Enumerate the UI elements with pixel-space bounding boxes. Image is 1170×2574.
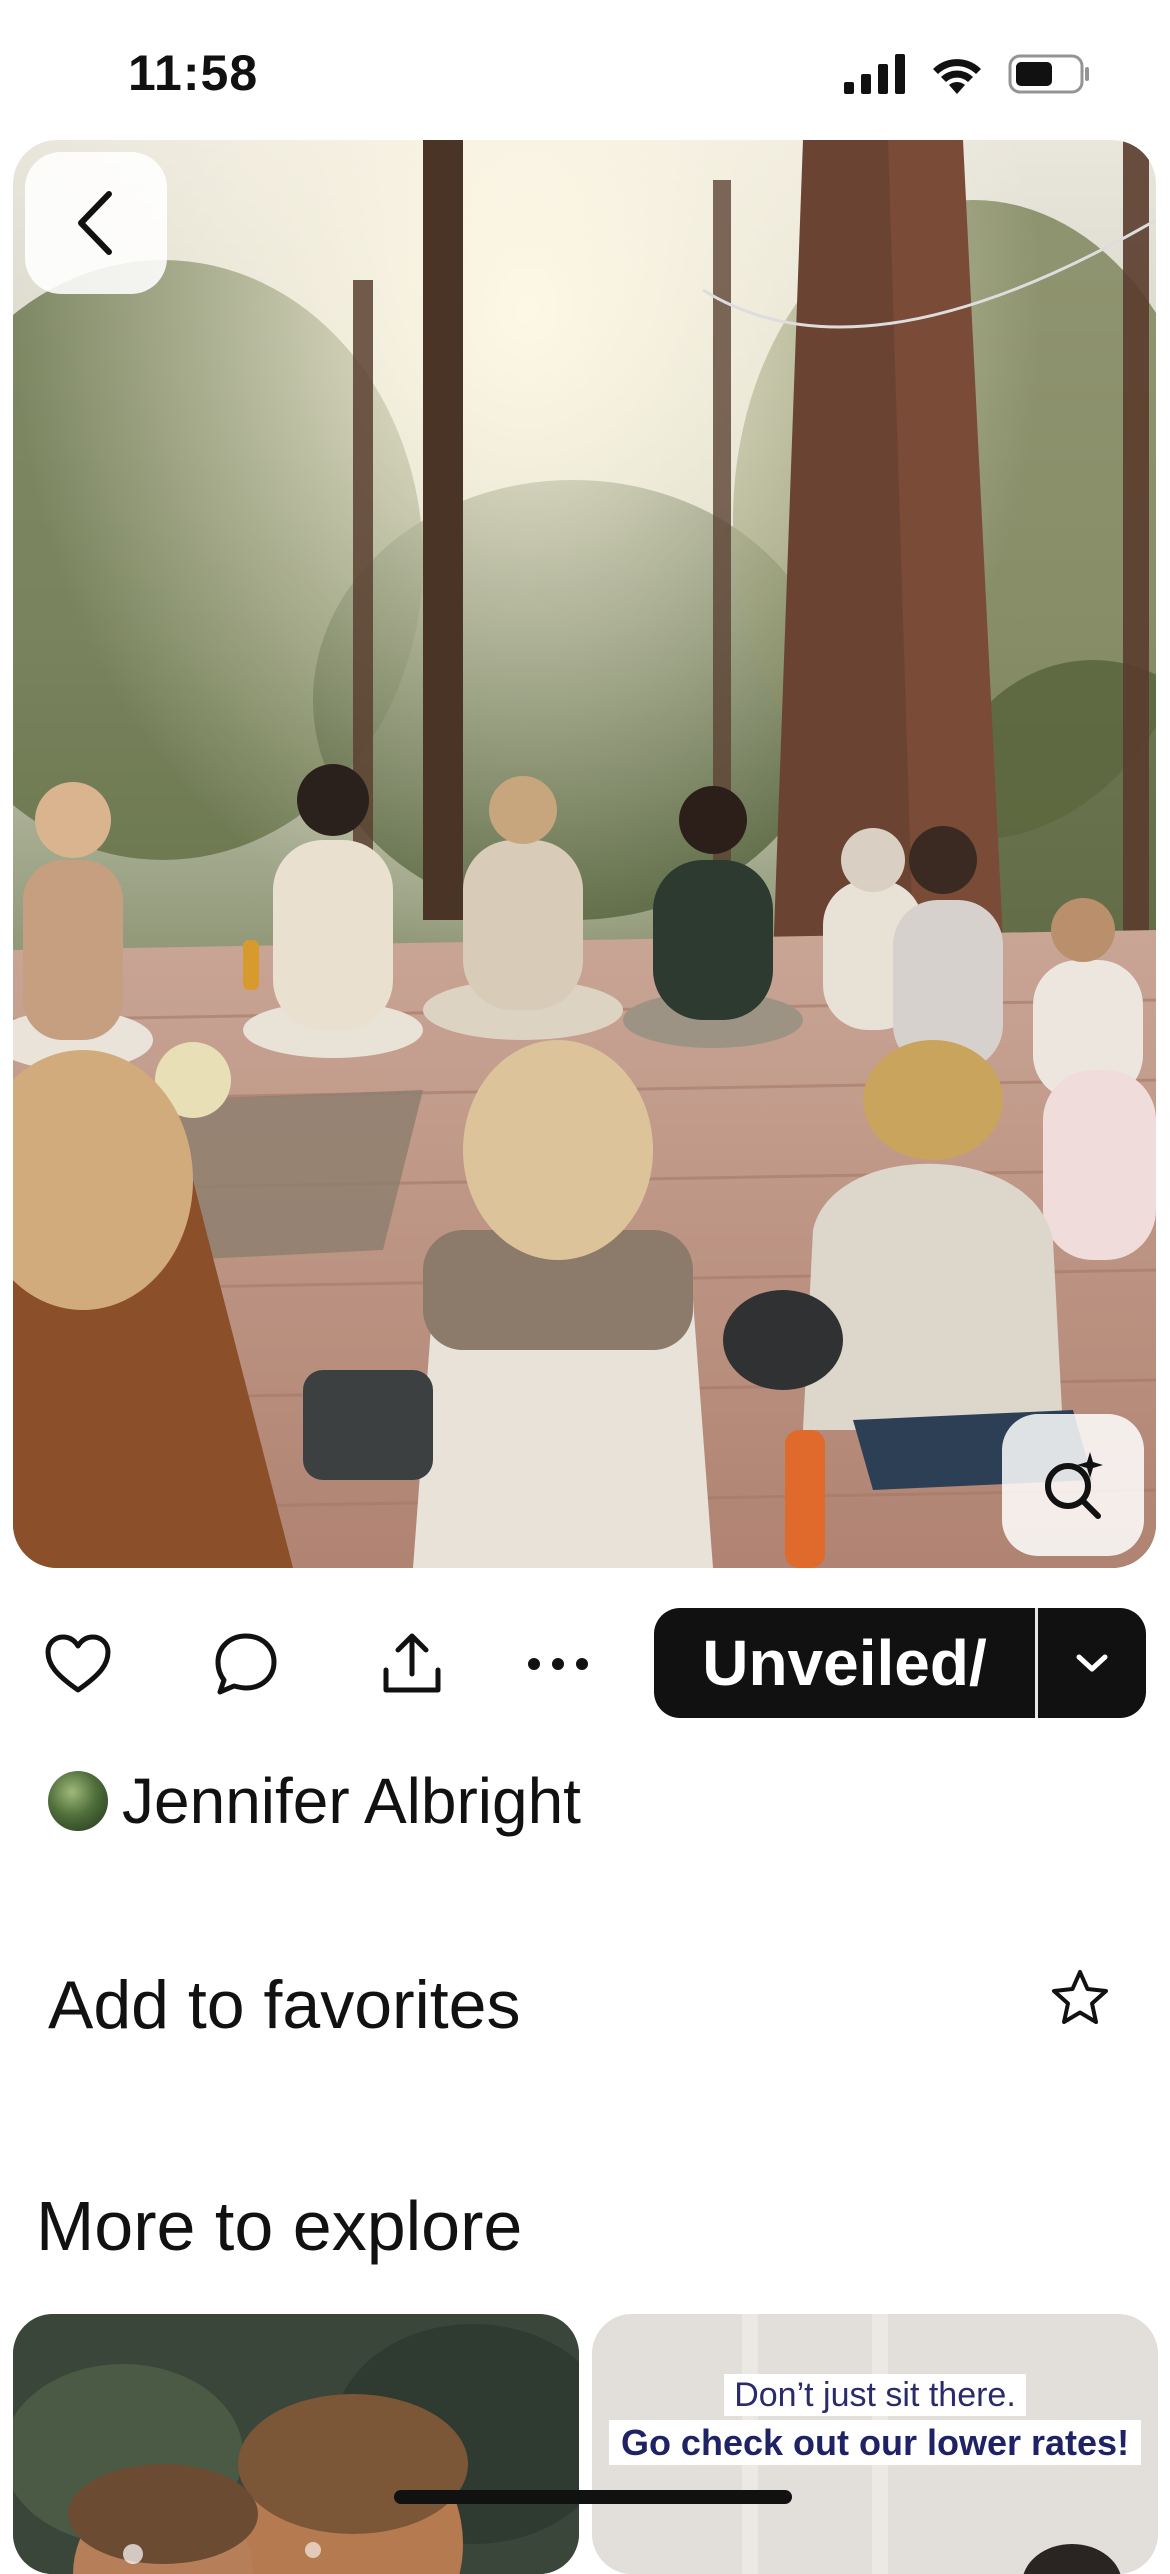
visual-search-icon <box>1045 1452 1103 1519</box>
more-options-button[interactable] <box>518 1624 598 1704</box>
comment-icon <box>215 1633 277 1695</box>
section-heading: More to explore <box>36 2187 523 2265</box>
star-icon <box>1052 1970 1108 2024</box>
cellular-signal-icon <box>844 54 905 94</box>
sponsored-card[interactable]: Don’t just sit there. Go check out our l… <box>592 2314 1158 2574</box>
status-bar: 11:58 <box>0 0 1170 140</box>
battery-icon <box>1008 54 1089 94</box>
pin-image[interactable] <box>13 140 1156 1568</box>
forest-gathering-photo <box>13 140 1156 1568</box>
save-like-button[interactable] <box>38 1624 118 1704</box>
more-icon <box>528 1658 588 1670</box>
favorites-label: Add to favorites <box>48 1967 521 2043</box>
avatar <box>48 1771 108 1831</box>
back-button[interactable] <box>25 152 167 294</box>
chevron-down-icon <box>1076 1654 1108 1672</box>
share-button[interactable] <box>372 1624 452 1704</box>
wifi-icon <box>933 59 981 94</box>
explore-card[interactable] <box>13 2314 579 2574</box>
festival-photo <box>13 2314 579 2574</box>
ad-tagline: Don’t just sit there. <box>592 2374 1158 2416</box>
action-row: Unveiled/ <box>0 1608 1170 1718</box>
status-icons <box>844 54 1090 94</box>
ad-tagline-text: Don’t just sit there. <box>724 2374 1026 2416</box>
chevron-left-icon <box>78 191 112 255</box>
comment-button[interactable] <box>206 1624 286 1704</box>
board-selector: Unveiled/ <box>654 1608 1146 1718</box>
share-icon <box>383 1633 441 1693</box>
visual-search-button[interactable] <box>1002 1414 1144 1556</box>
save-to-board-button[interactable]: Unveiled/ <box>654 1608 1035 1718</box>
heart-icon <box>45 1634 111 1693</box>
board-divider <box>1035 1608 1038 1718</box>
author-profile[interactable]: Jennifer Albright <box>48 1764 581 1838</box>
ad-headline: Go check out our lower rates! <box>592 2420 1158 2465</box>
add-to-favorites-button[interactable]: Add to favorites <box>48 1960 1122 2060</box>
home-indicator[interactable] <box>394 2490 792 2504</box>
author-name: Jennifer Albright <box>122 1765 581 1837</box>
ad-headline-text: Go check out our lower rates! <box>608 2420 1142 2465</box>
board-dropdown-button[interactable] <box>1038 1608 1146 1718</box>
status-time: 11:58 <box>128 45 259 101</box>
